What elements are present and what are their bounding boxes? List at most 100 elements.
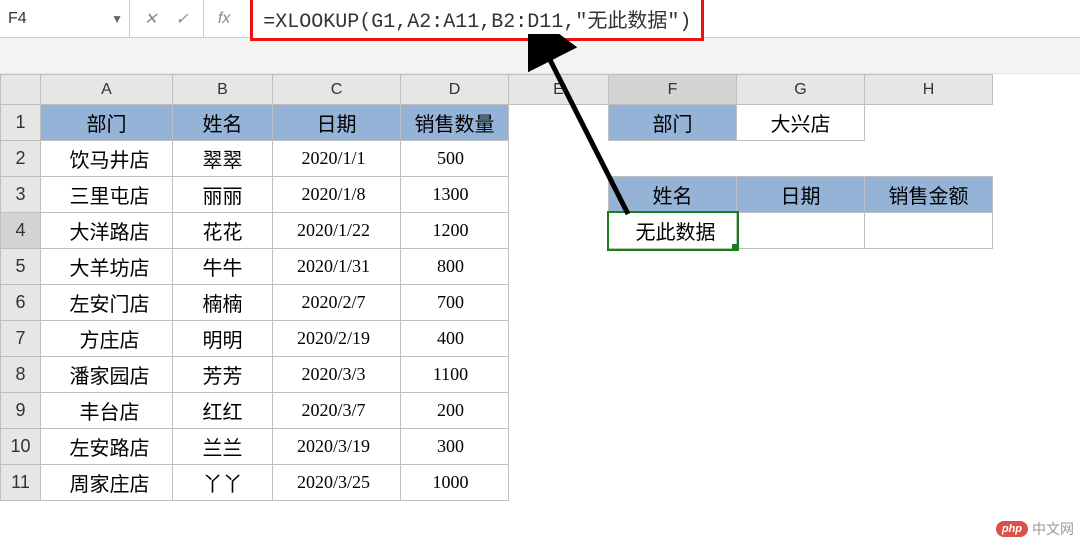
row-header-10[interactable]: 10 xyxy=(1,429,41,465)
row-header-3[interactable]: 3 xyxy=(1,177,41,213)
cell-a4[interactable]: 大洋路店 xyxy=(41,213,173,249)
cell-f11[interactable] xyxy=(609,465,737,501)
cell-a3[interactable]: 三里屯店 xyxy=(41,177,173,213)
cell-c4[interactable]: 2020/1/22 xyxy=(273,213,401,249)
cell-c9[interactable]: 2020/3/7 xyxy=(273,393,401,429)
cell-c11[interactable]: 2020/3/25 xyxy=(273,465,401,501)
cell-h5[interactable] xyxy=(865,249,993,285)
cell-f3[interactable]: 姓名 xyxy=(609,177,737,213)
cell-h1[interactable] xyxy=(865,105,993,141)
cell-e3[interactable] xyxy=(509,177,609,213)
cell-h2[interactable] xyxy=(865,141,993,177)
col-header-h[interactable]: H xyxy=(865,75,993,105)
fx-icon[interactable]: fx xyxy=(204,10,244,28)
cell-a8[interactable]: 潘家园店 xyxy=(41,357,173,393)
cell-a10[interactable]: 左安路店 xyxy=(41,429,173,465)
cell-f2[interactable] xyxy=(609,141,737,177)
cell-h7[interactable] xyxy=(865,321,993,357)
col-header-e[interactable]: E xyxy=(509,75,609,105)
cell-g2[interactable] xyxy=(737,141,865,177)
cell-e8[interactable] xyxy=(509,357,609,393)
cell-d1[interactable]: 销售数量 xyxy=(401,105,509,141)
cell-f1[interactable]: 部门 xyxy=(609,105,737,141)
cell-e7[interactable] xyxy=(509,321,609,357)
formula-input[interactable]: =XLOOKUP(G1,A2:A11,B2:D11,"无此数据") xyxy=(250,0,704,41)
row-header-9[interactable]: 9 xyxy=(1,393,41,429)
cell-d3[interactable]: 1300 xyxy=(401,177,509,213)
cell-f5[interactable] xyxy=(609,249,737,285)
cell-f8[interactable] xyxy=(609,357,737,393)
cell-b7[interactable]: 明明 xyxy=(173,321,273,357)
cell-a2[interactable]: 饮马井店 xyxy=(41,141,173,177)
worksheet-grid[interactable]: A B C D E F G H 1 部门 姓名 日期 销售数量 部门 大兴店 2… xyxy=(0,74,1080,501)
col-header-a[interactable]: A xyxy=(41,75,173,105)
cell-d10[interactable]: 300 xyxy=(401,429,509,465)
col-header-g[interactable]: G xyxy=(737,75,865,105)
cell-d6[interactable]: 700 xyxy=(401,285,509,321)
cell-b8[interactable]: 芳芳 xyxy=(173,357,273,393)
cell-c3[interactable]: 2020/1/8 xyxy=(273,177,401,213)
cell-c6[interactable]: 2020/2/7 xyxy=(273,285,401,321)
row-header-7[interactable]: 7 xyxy=(1,321,41,357)
cell-c10[interactable]: 2020/3/19 xyxy=(273,429,401,465)
cell-f10[interactable] xyxy=(609,429,737,465)
cell-c2[interactable]: 2020/1/1 xyxy=(273,141,401,177)
cell-g11[interactable] xyxy=(737,465,865,501)
cell-a9[interactable]: 丰台店 xyxy=(41,393,173,429)
cell-h6[interactable] xyxy=(865,285,993,321)
cell-a7[interactable]: 方庄店 xyxy=(41,321,173,357)
cell-e10[interactable] xyxy=(509,429,609,465)
cell-d5[interactable]: 800 xyxy=(401,249,509,285)
confirm-icon[interactable]: ✓ xyxy=(175,9,188,29)
name-box[interactable]: F4 ▼ xyxy=(0,0,130,37)
cell-f6[interactable] xyxy=(609,285,737,321)
cell-b2[interactable]: 翠翠 xyxy=(173,141,273,177)
cell-e2[interactable] xyxy=(509,141,609,177)
cell-f4-active[interactable]: 无此数据 xyxy=(609,213,737,249)
cell-e9[interactable] xyxy=(509,393,609,429)
cell-a1[interactable]: 部门 xyxy=(41,105,173,141)
formula-input-wrap[interactable]: =XLOOKUP(G1,A2:A11,B2:D11,"无此数据") xyxy=(244,0,1080,37)
cell-b10[interactable]: 兰兰 xyxy=(173,429,273,465)
cell-g3[interactable]: 日期 xyxy=(737,177,865,213)
row-header-2[interactable]: 2 xyxy=(1,141,41,177)
cell-a6[interactable]: 左安门店 xyxy=(41,285,173,321)
cell-d4[interactable]: 1200 xyxy=(401,213,509,249)
cell-h3[interactable]: 销售金额 xyxy=(865,177,993,213)
cell-f7[interactable] xyxy=(609,321,737,357)
row-header-6[interactable]: 6 xyxy=(1,285,41,321)
cell-h4[interactable] xyxy=(865,213,993,249)
cell-e4[interactable] xyxy=(509,213,609,249)
cancel-icon[interactable]: ✕ xyxy=(144,9,157,29)
row-header-1[interactable]: 1 xyxy=(1,105,41,141)
cell-g9[interactable] xyxy=(737,393,865,429)
cell-a5[interactable]: 大羊坊店 xyxy=(41,249,173,285)
cell-e11[interactable] xyxy=(509,465,609,501)
cell-b6[interactable]: 楠楠 xyxy=(173,285,273,321)
cell-d8[interactable]: 1100 xyxy=(401,357,509,393)
cell-g7[interactable] xyxy=(737,321,865,357)
cell-b11[interactable]: 丫丫 xyxy=(173,465,273,501)
cell-g6[interactable] xyxy=(737,285,865,321)
cell-c8[interactable]: 2020/3/3 xyxy=(273,357,401,393)
cell-b3[interactable]: 丽丽 xyxy=(173,177,273,213)
cell-g4[interactable] xyxy=(737,213,865,249)
cell-f9[interactable] xyxy=(609,393,737,429)
cell-d2[interactable]: 500 xyxy=(401,141,509,177)
cell-d11[interactable]: 1000 xyxy=(401,465,509,501)
col-header-d[interactable]: D xyxy=(401,75,509,105)
cell-h10[interactable] xyxy=(865,429,993,465)
cell-c7[interactable]: 2020/2/19 xyxy=(273,321,401,357)
row-header-4[interactable]: 4 xyxy=(1,213,41,249)
cell-e6[interactable] xyxy=(509,285,609,321)
cell-g1[interactable]: 大兴店 xyxy=(737,105,865,141)
col-header-b[interactable]: B xyxy=(173,75,273,105)
row-header-8[interactable]: 8 xyxy=(1,357,41,393)
cell-c1[interactable]: 日期 xyxy=(273,105,401,141)
cell-e5[interactable] xyxy=(509,249,609,285)
cell-b9[interactable]: 红红 xyxy=(173,393,273,429)
select-all-corner[interactable] xyxy=(1,75,41,105)
cell-h8[interactable] xyxy=(865,357,993,393)
row-header-11[interactable]: 11 xyxy=(1,465,41,501)
cell-c5[interactable]: 2020/1/31 xyxy=(273,249,401,285)
